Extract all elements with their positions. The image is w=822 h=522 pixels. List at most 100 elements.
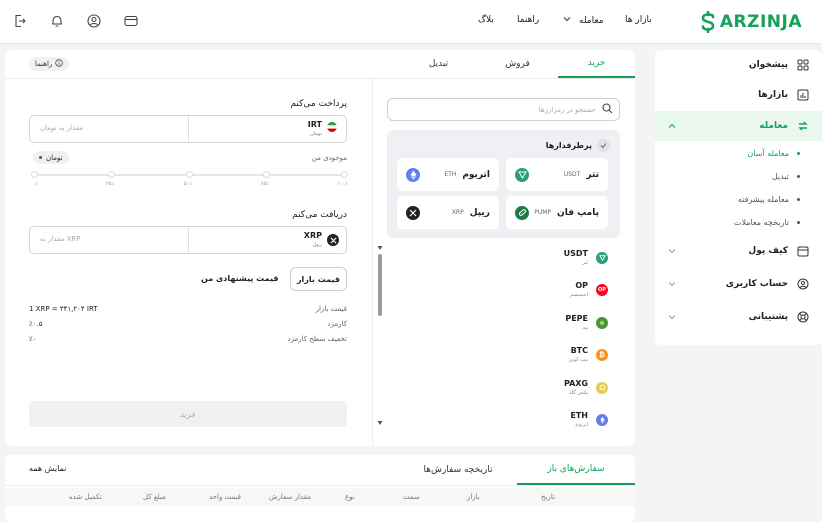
paxg-icon — [596, 381, 608, 394]
sidebar-item-markets[interactable]: بازارها — [655, 80, 822, 110]
coin-row-btc[interactable]: ₿ BTC بیت کوین — [568, 346, 608, 363]
sidebar-item-support[interactable]: پشتیبانی — [655, 302, 822, 332]
optimism-icon: OP — [596, 283, 608, 296]
nav-blog-label: بلاگ — [478, 15, 494, 25]
tab-order-history-label: تاریخچه سفارش‌ها — [423, 465, 493, 475]
bell-icon[interactable] — [49, 13, 65, 29]
bullet-icon — [797, 175, 800, 178]
column-date: تاریخ — [541, 493, 555, 501]
column-market: بازار — [467, 493, 480, 501]
fav-name: پامپ فان — [557, 207, 599, 218]
coin-symbol: OP — [575, 281, 588, 290]
fav-card-xrp[interactable]: ریپل XRP — [397, 196, 499, 229]
balance-badge: تومان — [33, 151, 69, 164]
fav-name: اتریوم — [462, 169, 490, 180]
coin-text: PAXG پکس گلد — [564, 379, 588, 396]
tab-sell[interactable]: فروش — [479, 50, 556, 78]
tab-order-history[interactable]: تاریخچه سفارش‌ها — [399, 455, 517, 485]
info-key: کارمزد — [327, 320, 347, 328]
support-icon — [796, 310, 810, 324]
sidebar-item-account[interactable]: حساب کاربری — [655, 269, 822, 299]
search-input[interactable]: جستجو در رمزارزها — [394, 106, 602, 114]
suggested-price-option[interactable]: قیمت پیشنهادی من — [201, 274, 278, 283]
exchange-icon — [796, 119, 810, 133]
pay-currency-code: IRT — [307, 120, 322, 129]
wallet-icon[interactable] — [123, 13, 139, 29]
exit-icon[interactable] — [12, 13, 28, 29]
coin-row-usdt[interactable]: USDT تتر — [564, 249, 608, 266]
tether-icon — [515, 167, 529, 182]
show-all-link[interactable]: نمایش همه — [29, 464, 66, 473]
favorites-header: پرطرفدارها — [546, 139, 610, 152]
help-button[interactable]: راهنما — [29, 57, 70, 71]
tab-buy[interactable]: خرید — [558, 50, 635, 78]
coin-row-op[interactable]: OP OP اپتیمیسم — [570, 281, 608, 298]
info-value: ٪۰ — [29, 335, 37, 343]
user-icon[interactable] — [86, 13, 102, 29]
tab-sell-label: فروش — [505, 59, 530, 69]
iran-flag-icon — [327, 122, 337, 132]
fav-card-eth[interactable]: اتریوم ETH — [397, 158, 499, 191]
wallet-icon — [796, 244, 810, 258]
orders-panel: سفارش‌های باز تاریخچه سفارش‌ها نمایش همه… — [5, 455, 635, 522]
nav-trade-label: معامله — [579, 15, 604, 26]
chevron-down-icon — [667, 279, 677, 289]
slider-stop-25[interactable] — [108, 171, 115, 178]
receive-currency-code: XRP — [303, 231, 322, 240]
panel-divider — [372, 78, 373, 446]
tab-buy-label: خرید — [587, 58, 606, 68]
fav-name: تتر — [586, 169, 599, 180]
coin-text: BTC بیت کوین — [568, 346, 588, 363]
buy-submit-button[interactable]: خرید — [29, 401, 347, 427]
sidebar-item-dashboard[interactable]: پیشخوان — [655, 50, 822, 80]
market-price-button[interactable]: قیمت بازار — [290, 267, 347, 291]
coin-name: اتریوم — [575, 422, 588, 428]
sidebar-sub-convert[interactable]: تبدیل — [772, 172, 800, 181]
tether-icon — [596, 251, 608, 264]
sidebar-item-label: معامله — [759, 121, 788, 131]
nav-markets[interactable]: بازار ها — [625, 15, 652, 25]
sidebar-item-wallet[interactable]: کیف پول — [655, 236, 822, 266]
coin-list-scrollbar[interactable] — [377, 246, 383, 426]
chevron-down-icon — [667, 312, 677, 322]
coin-name: بیت کوین — [568, 357, 588, 363]
fav-card-pump[interactable]: پامپ فان PUMP — [506, 196, 608, 229]
pay-currency-name: تومان — [310, 131, 322, 137]
coin-row-pepe[interactable]: PEPE پپه — [565, 314, 608, 331]
receive-amount-field[interactable]: مقدار به XRP XRP ریپل — [29, 226, 347, 254]
sub-item-label: تاریخچه معاملات — [733, 218, 789, 227]
pay-amount-field[interactable]: مقدار به تومان IRT تومان — [29, 115, 347, 143]
slider-stop-75[interactable] — [263, 171, 270, 178]
tab-open-orders[interactable]: سفارش‌های باز — [517, 455, 635, 485]
logo[interactable]: ARZINJA — [700, 9, 802, 35]
fav-name: ریپل — [469, 207, 490, 218]
check-icon — [597, 139, 610, 152]
brand-name: ARZINJA — [719, 12, 802, 32]
coin-search[interactable]: جستجو در رمزارزها — [387, 98, 620, 121]
pump-icon — [515, 205, 529, 220]
user-icon — [796, 277, 810, 291]
info-row-fee-discount: تخفیف سطح کارمزد ٪۰ — [29, 335, 347, 347]
slider-stop-0[interactable] — [31, 171, 38, 178]
sidebar-sub-trade-history[interactable]: تاریخچه معاملات — [734, 218, 800, 227]
nav-blog[interactable]: بلاگ — [478, 15, 494, 25]
sidebar-sub-easy-trade[interactable]: معامله آسان — [747, 149, 800, 158]
info-key: قیمت بازار — [315, 305, 347, 313]
pay-amount-input[interactable]: مقدار به تومان — [40, 124, 83, 132]
coin-row-paxg[interactable]: PAXG پکس گلد — [564, 379, 608, 396]
tab-convert[interactable]: تبدیل — [400, 50, 477, 78]
fav-symbol: XRP — [451, 209, 464, 216]
nav-trade[interactable]: معامله — [563, 15, 604, 26]
receive-amount-input[interactable]: مقدار به XRP — [40, 235, 80, 243]
fav-card-usdt[interactable]: تتر USDT — [506, 158, 608, 191]
coin-name: پپه — [582, 325, 588, 331]
sidebar-item-label: حساب کاربری — [725, 279, 788, 289]
sidebar-sub-advanced-trade[interactable]: معامله پیشرفته — [738, 195, 800, 204]
sidebar-item-label: کیف پول — [748, 246, 788, 256]
sidebar-item-trade[interactable]: معامله — [655, 111, 822, 141]
coin-row-eth[interactable]: ETH اتریوم — [570, 411, 608, 428]
slider-stop-100[interactable] — [341, 171, 348, 178]
slider-stop-50[interactable] — [186, 171, 193, 178]
nav-help[interactable]: راهنما — [517, 15, 539, 25]
column-order-amount: مقدار سفارش — [269, 493, 311, 501]
